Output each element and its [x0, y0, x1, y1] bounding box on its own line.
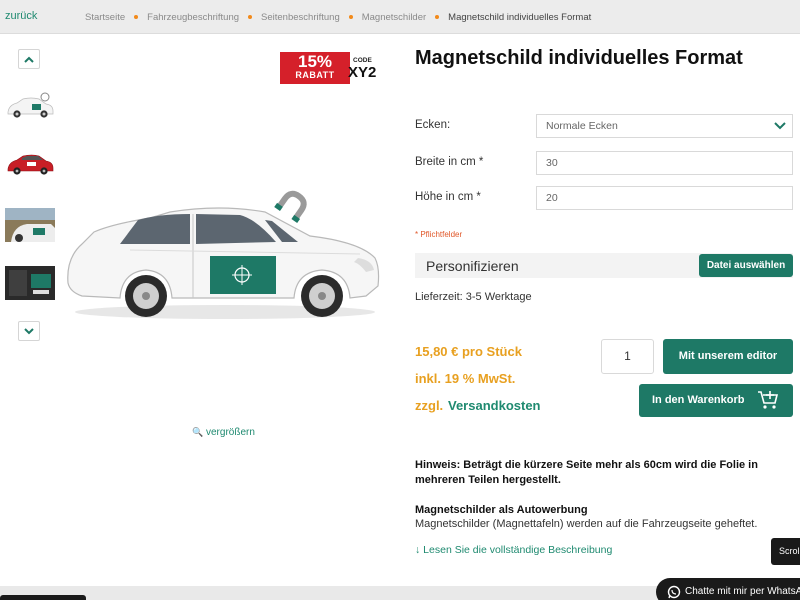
scroll-button[interactable]: Scroll — [771, 538, 800, 565]
tax-note: inkl. 19 % MwSt. — [415, 371, 516, 386]
corners-select[interactable]: Normale Ecken — [536, 114, 793, 138]
back-link[interactable]: zurück — [5, 10, 37, 22]
add-to-cart-label: In den Warenkorb — [652, 394, 745, 406]
breadcrumb-separator — [348, 14, 353, 19]
delivery-time: Lieferzeit: 3-5 Werktage — [415, 291, 532, 303]
breadcrumb-separator — [248, 14, 253, 19]
required-note: * Pflichtfelder — [415, 230, 463, 239]
chevron-down-icon — [24, 327, 34, 334]
breadcrumb-startseite[interactable]: Startseite — [85, 12, 125, 23]
promo-percent: 15% — [297, 52, 333, 71]
chevron-down-icon — [774, 122, 786, 130]
width-label: Breite in cm * — [415, 156, 484, 168]
read-more-link[interactable]: ↓ Lesen Sie die vollständige Beschreibun… — [415, 544, 612, 556]
thumbnail-car-detail[interactable] — [5, 208, 55, 242]
height-label: Höhe in cm * — [415, 191, 481, 203]
page-title: Magnetschild individuelles Format — [415, 47, 743, 69]
breadcrumb-separator — [134, 14, 139, 19]
corners-select-value: Normale Ecken — [546, 120, 618, 132]
breadcrumb-separator — [435, 14, 440, 19]
personalize-label: Personifizieren — [426, 258, 519, 274]
breadcrumb-magnetschilder[interactable]: Magnetschilder — [362, 12, 426, 23]
zoom-link[interactable]: 🔍 vergrößern — [192, 427, 255, 438]
shipping-costs-link[interactable]: Versandkosten — [448, 398, 541, 413]
height-input[interactable]: 20 — [536, 186, 793, 210]
breadcrumb-bar: zurück Startseite Fahrzeugbeschriftung Sei… — [0, 0, 800, 34]
product-image-car — [67, 190, 380, 319]
unit-price: 15,80 € pro Stück — [415, 344, 522, 359]
shipping-prefix: zzgl. — [415, 398, 444, 413]
promo-code: XY2 — [348, 64, 377, 81]
breadcrumb-current: Magnetschild individuelles Format — [448, 12, 592, 23]
section-text: Magnetschilder (Magnettafeln) werden auf… — [415, 518, 758, 530]
size-hint: Hinweis: Beträgt die kürzere Seite mehr … — [415, 459, 758, 486]
quantity-input[interactable]: 1 — [601, 339, 654, 374]
breadcrumb-fahrzeugbeschriftung[interactable]: Fahrzeugbeschriftung — [147, 12, 239, 23]
cart-plus-icon — [758, 391, 779, 409]
footer-tab — [0, 595, 86, 600]
promo-badge: 15% RABATT — [280, 52, 350, 84]
promo-code-label: CODE — [353, 57, 372, 64]
section-title: Magnetschilder als Autowerbung — [415, 504, 588, 516]
whatsapp-icon — [667, 585, 681, 599]
search-icon: 🔍 — [192, 427, 204, 437]
thumbnail-car-red[interactable] — [5, 148, 55, 182]
file-select-button[interactable]: Datei auswählen — [699, 254, 793, 277]
editor-button[interactable]: Mit unserem editor — [663, 339, 793, 374]
chat-label: Chatte mit mir per WhatsApp — [685, 586, 800, 597]
thumbnail-scroll-down-button[interactable] — [18, 321, 40, 341]
read-more-label: Lesen Sie die vollständige Beschreibung — [423, 544, 613, 556]
zoom-label: vergrößern — [206, 427, 255, 438]
chevron-up-icon — [24, 56, 34, 63]
breadcrumb: Startseite Fahrzeugbeschriftung Seitenbesc… — [85, 12, 591, 23]
width-input[interactable]: 30 — [536, 151, 793, 175]
thumbnail-car-dark[interactable] — [5, 266, 55, 300]
promo-label: RABATT — [295, 70, 335, 80]
thumbnail-car-white[interactable] — [5, 90, 55, 124]
whatsapp-chat-button[interactable]: Chatte mit mir per WhatsApp — [656, 578, 800, 600]
thumbnail-scroll-up-button[interactable] — [18, 49, 40, 69]
breadcrumb-seitenbeschriftung[interactable]: Seitenbeschriftung — [261, 12, 340, 23]
arrow-down-icon: ↓ — [415, 544, 421, 556]
add-to-cart-button[interactable]: In den Warenkorb — [639, 384, 793, 417]
corners-label: Ecken: — [415, 119, 451, 131]
